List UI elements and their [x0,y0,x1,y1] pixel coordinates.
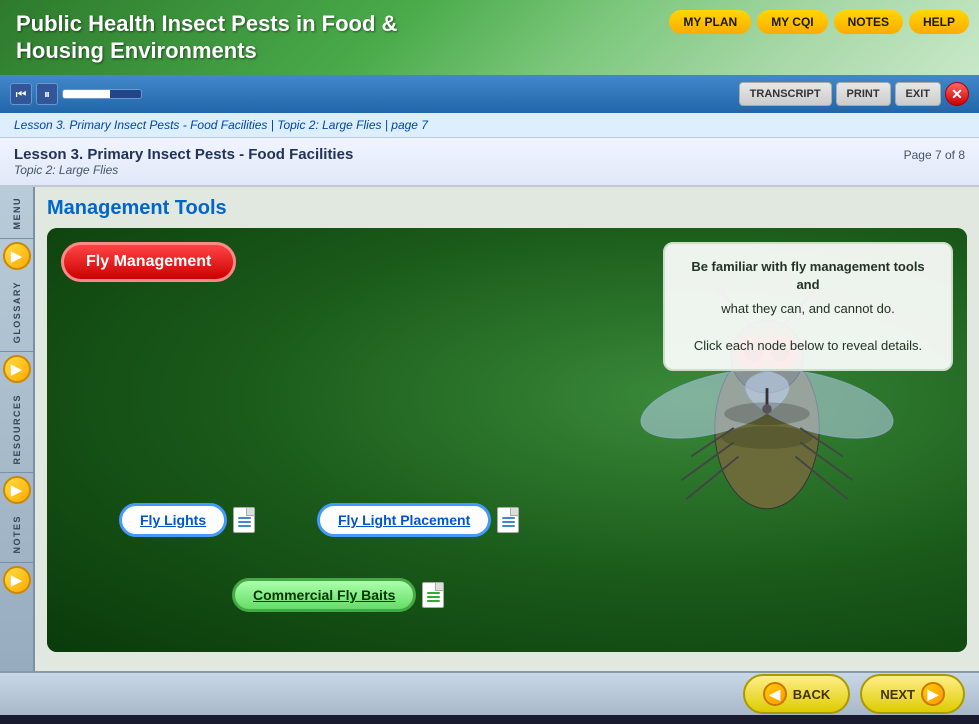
sidebar-menu-section: MENU [0,189,33,239]
back-arrow-icon: ◀ [763,682,787,706]
lesson-title: Lesson 3. Primary Insect Pests - Food Fa… [14,146,965,163]
sidebar-glossary-section: GLOSSARY [0,273,33,352]
progress-fill [63,90,110,98]
back-button[interactable]: ◀ BACK [743,674,851,714]
sidebar-glossary-label: GLOSSARY [10,277,24,347]
sidebar-arrow-3[interactable]: ▶ [3,476,31,504]
fly-light-placement-label[interactable]: Fly Light Placement [317,503,491,537]
notes-header-button[interactable]: NOTES [834,10,903,34]
sidebar-menu-label: MENU [10,193,24,234]
lesson-subtitle: Topic 2: Large Flies [14,163,965,177]
sidebar-arrow-1[interactable]: ▶ [3,242,31,270]
section-title: Management Tools [47,197,967,220]
info-line2: what they can, and cannot do. [721,301,894,316]
fly-management-button[interactable]: Fly Management [61,242,236,282]
content-panel: Management Tools [35,187,979,671]
app-header: Public Health Insect Pests in Food & Hou… [0,0,979,75]
fly-lights-node[interactable]: Fly Lights [119,503,255,537]
next-button[interactable]: NEXT ▶ [860,674,965,714]
toolbar-right: TRANSCRIPT PRINT EXIT ✕ [739,82,969,106]
sidebar-notes-label: NOTES [10,511,24,558]
next-arrow-icon: ▶ [921,682,945,706]
app-title: Public Health Insect Pests in Food & Hou… [16,11,476,64]
sidebar-arrow-2[interactable]: ▶ [3,355,31,383]
sidebar-resources-section: RESOURCES [0,386,33,474]
exit-text-button[interactable]: EXIT [895,82,941,106]
next-label: NEXT [880,687,915,702]
commercial-fly-baits-node[interactable]: Commercial Fly Baits [232,578,444,612]
transcript-button[interactable]: TRANSCRIPT [739,82,832,106]
interactive-area: Fly Management Be familiar with fly mana… [47,228,967,652]
sidebar-notes-section: NOTES [0,507,33,563]
exit-button[interactable]: ✕ [945,82,969,106]
info-line1: Be familiar with fly management tools an… [681,258,935,294]
breadcrumb: Lesson 3. Primary Insect Pests - Food Fa… [0,113,979,138]
info-text: Be familiar with fly management tools an… [681,258,935,353]
progress-bar[interactable] [62,89,142,99]
fly-lights-label[interactable]: Fly Lights [119,503,227,537]
sidebar-arrow-4[interactable]: ▶ [3,566,31,594]
my-plan-button[interactable]: MY PLAN [669,10,751,34]
bottom-bar: ◀ BACK NEXT ▶ [0,671,979,715]
fly-light-placement-doc-icon[interactable] [497,507,519,533]
help-button[interactable]: HELP [909,10,969,34]
info-box: Be familiar with fly management tools an… [663,242,953,371]
commercial-fly-baits-doc-icon[interactable] [422,582,444,608]
pause-button[interactable]: ⏸ [36,83,58,105]
info-line4: Click each node below to reveal details. [694,338,922,353]
page-indicator: Page 7 of 8 [904,148,965,162]
playback-controls: ⏮ ⏸ [10,83,142,105]
toolbar: ⏮ ⏸ TRANSCRIPT PRINT EXIT ✕ [0,75,979,113]
fly-lights-doc-icon[interactable] [233,507,255,533]
main-area: MENU ▶ GLOSSARY ▶ RESOURCES ▶ NOTES ▶ Ma… [0,187,979,671]
commercial-fly-baits-label[interactable]: Commercial Fly Baits [232,578,416,612]
lesson-header: Lesson 3. Primary Insect Pests - Food Fa… [0,138,979,187]
breadcrumb-text: Lesson 3. Primary Insect Pests - Food Fa… [14,118,428,132]
header-nav: MY PLAN MY CQI NOTES HELP [669,10,969,34]
fly-light-placement-node[interactable]: Fly Light Placement [317,503,519,537]
my-cqi-button[interactable]: MY CQI [757,10,827,34]
sidebar-resources-label: RESOURCES [10,390,24,469]
print-button[interactable]: PRINT [836,82,891,106]
sidebar: MENU ▶ GLOSSARY ▶ RESOURCES ▶ NOTES ▶ [0,187,35,671]
skip-back-button[interactable]: ⏮ [10,83,32,105]
back-label: BACK [793,687,831,702]
